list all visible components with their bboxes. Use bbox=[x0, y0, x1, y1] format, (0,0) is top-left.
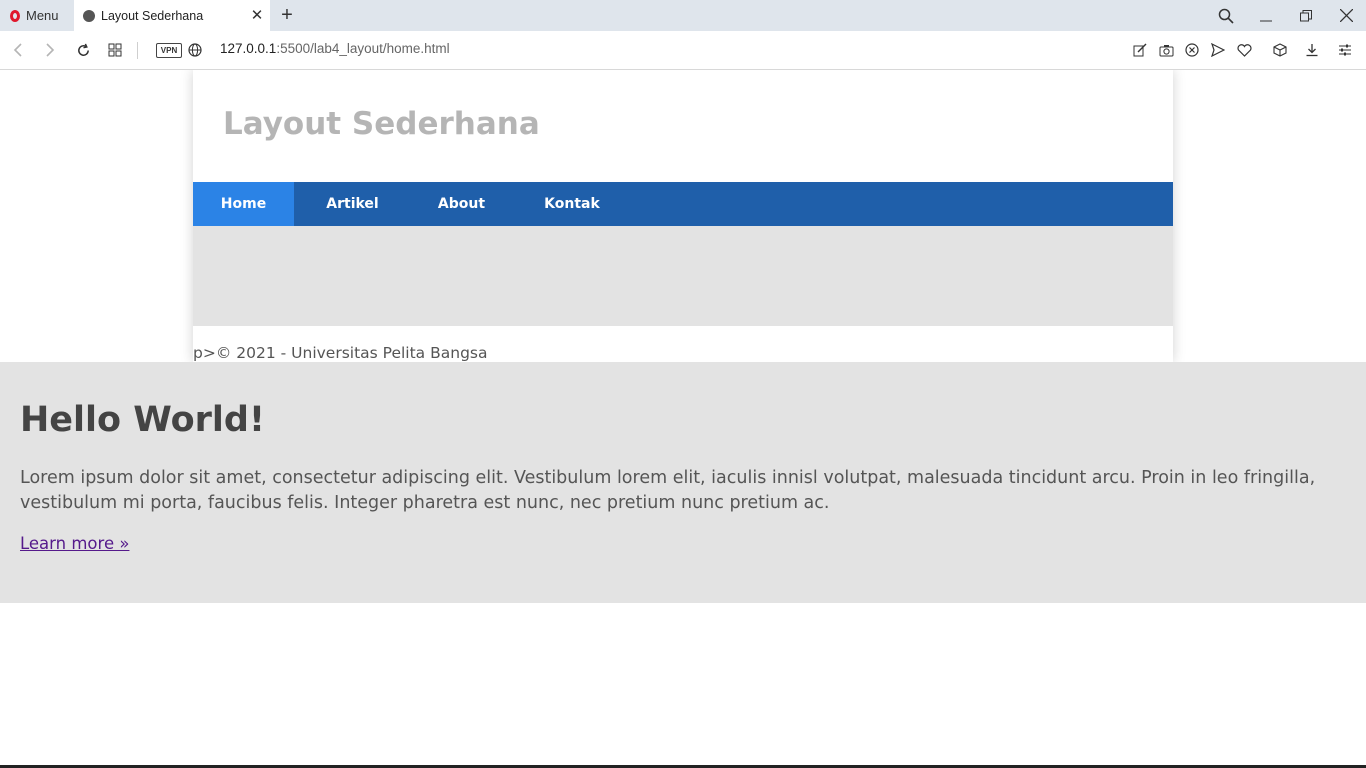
minimize-icon[interactable] bbox=[1246, 0, 1286, 31]
site-info-globe-icon[interactable] bbox=[185, 40, 205, 60]
cube-icon[interactable] bbox=[1270, 40, 1290, 60]
nav-link-kontak[interactable]: Kontak bbox=[529, 182, 615, 226]
address-bar: VPN 127.0.0.1:5500/lab4_layout/home.html bbox=[0, 31, 1366, 70]
vpn-badge[interactable]: VPN bbox=[156, 43, 182, 58]
globe-icon bbox=[83, 9, 95, 22]
nav-link-home[interactable]: Home bbox=[193, 182, 294, 226]
jumbotron: Hello World! Lorem ipsum dolor sit amet,… bbox=[0, 362, 1366, 603]
url-field[interactable]: 127.0.0.1:5500/lab4_layout/home.html bbox=[220, 41, 450, 56]
close-icon[interactable] bbox=[1326, 0, 1366, 31]
opera-logo-icon bbox=[10, 9, 20, 22]
site-header: Layout Sederhana bbox=[193, 70, 1173, 182]
tab-close-icon[interactable]: ✕ bbox=[250, 7, 264, 24]
speed-dial-icon[interactable] bbox=[105, 40, 125, 60]
settings-icon[interactable] bbox=[1335, 40, 1355, 60]
page-viewport: Layout Sederhana Home Artikel About Kont… bbox=[0, 70, 1366, 768]
back-icon[interactable] bbox=[8, 40, 28, 60]
block-icon[interactable] bbox=[1182, 40, 1202, 60]
url-host: 127.0.0.1 bbox=[220, 41, 277, 56]
footer-text: p>© 2021 - Universitas Pelita Bangsa bbox=[193, 344, 488, 362]
restore-icon[interactable] bbox=[1286, 0, 1326, 31]
nav-link-artikel[interactable]: Artikel bbox=[311, 182, 394, 226]
content-band bbox=[193, 226, 1173, 326]
nav-link-about[interactable]: About bbox=[423, 182, 500, 226]
jumbotron-title: Hello World! bbox=[20, 400, 265, 440]
camera-icon[interactable] bbox=[1156, 40, 1176, 60]
main-navbar: Home Artikel About Kontak bbox=[193, 182, 1173, 226]
reload-icon[interactable] bbox=[73, 40, 93, 60]
menu-label: Menu bbox=[26, 8, 59, 23]
toolbar-divider bbox=[137, 42, 138, 59]
forward-icon[interactable] bbox=[40, 40, 60, 60]
new-tab-button[interactable]: + bbox=[277, 4, 297, 26]
site-title: Layout Sederhana bbox=[223, 106, 540, 142]
tab-bar: Menu Layout Sederhana ✕ + bbox=[0, 0, 1366, 31]
jumbotron-text: Lorem ipsum dolor sit amet, consectetur … bbox=[20, 468, 1316, 513]
tab-title: Layout Sederhana bbox=[101, 8, 204, 23]
heart-icon[interactable] bbox=[1234, 40, 1254, 60]
download-icon[interactable] bbox=[1302, 40, 1322, 60]
url-path: :5500/lab4_layout/home.html bbox=[276, 41, 450, 56]
learn-more-link[interactable]: Learn more » bbox=[20, 534, 129, 553]
opera-menu-button[interactable]: Menu bbox=[0, 0, 72, 31]
page-container: Layout Sederhana Home Artikel About Kont… bbox=[193, 70, 1173, 362]
send-icon[interactable] bbox=[1208, 40, 1228, 60]
tab-active[interactable]: Layout Sederhana ✕ bbox=[74, 0, 270, 31]
edit-icon[interactable] bbox=[1130, 40, 1150, 60]
search-icon[interactable] bbox=[1206, 0, 1246, 31]
